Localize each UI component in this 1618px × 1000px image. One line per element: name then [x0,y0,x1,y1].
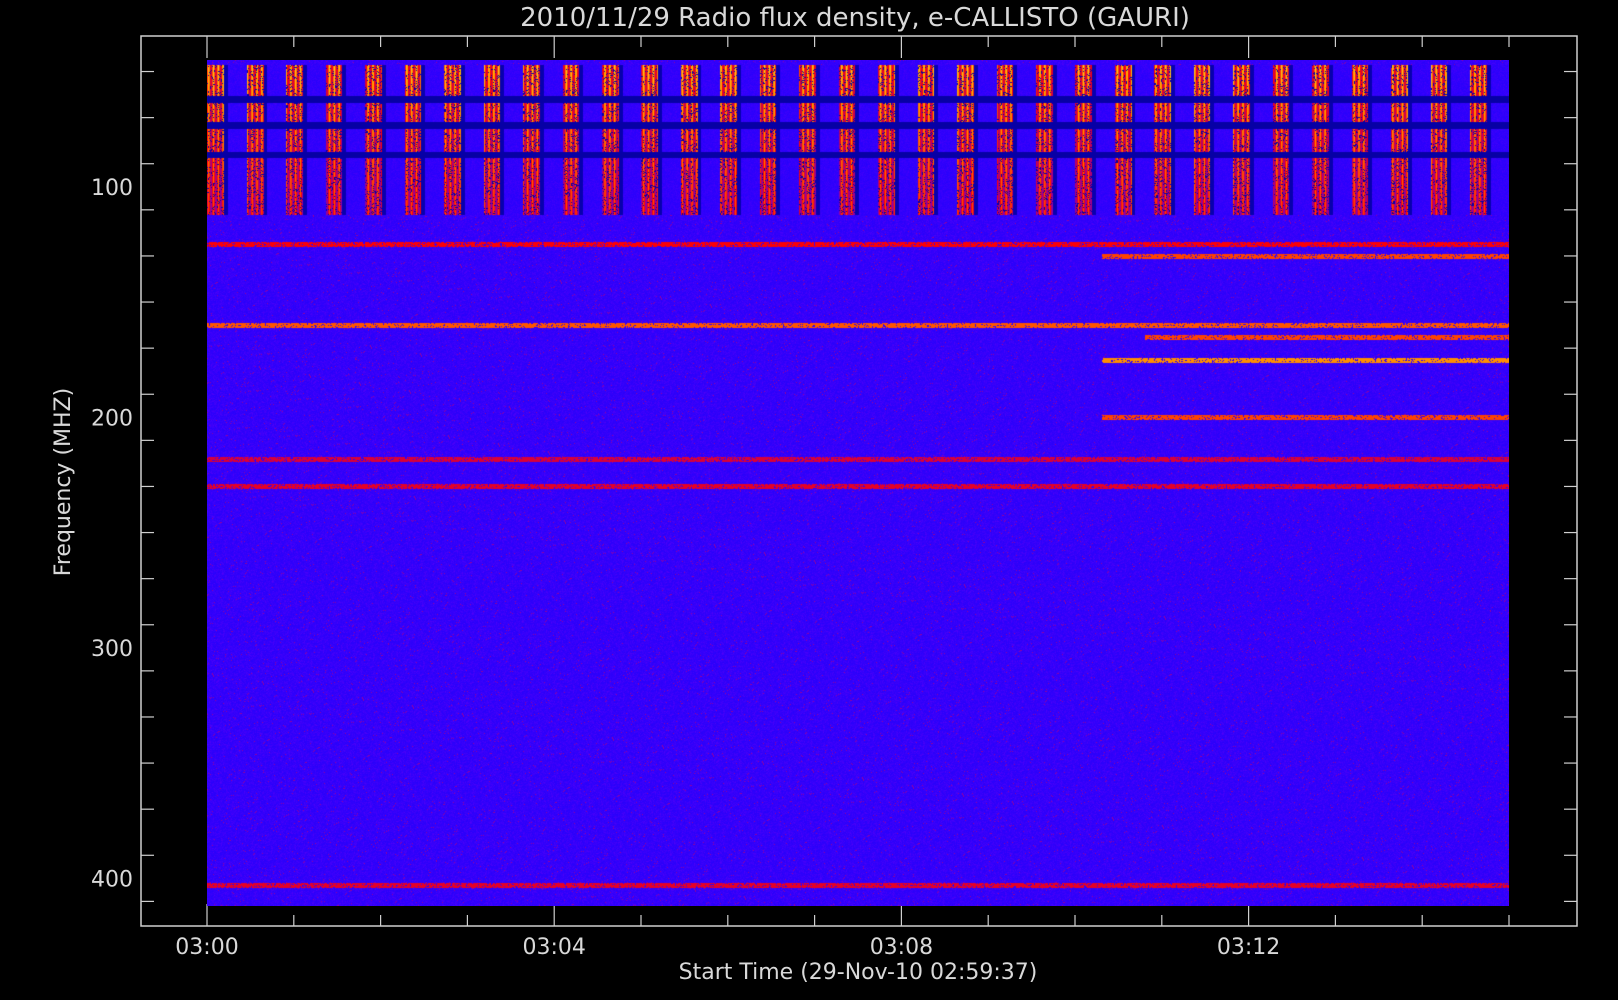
heatmap-canvas [207,60,1509,906]
y-tick-label: 300 [91,637,133,662]
x-tick-label: 03:04 [522,935,585,960]
x-tick-label: 03:00 [175,935,238,960]
y-tick-label: 400 [91,867,133,892]
y-axis-label: Frequency (MHZ) [51,388,76,576]
x-tick-label: 03:12 [1217,935,1280,960]
spectrogram-chart: 2010/11/29 Radio flux density, e-CALLIST… [0,0,1618,1000]
y-tick-label: 100 [91,176,133,201]
x-tick-label: 03:08 [870,935,933,960]
heatmap-container [207,60,1509,906]
chart-title: 2010/11/29 Radio flux density, e-CALLIST… [520,3,1190,33]
y-tick-label: 200 [91,406,133,431]
x-axis-label: Start Time (29-Nov-10 02:59:37) [679,960,1038,985]
